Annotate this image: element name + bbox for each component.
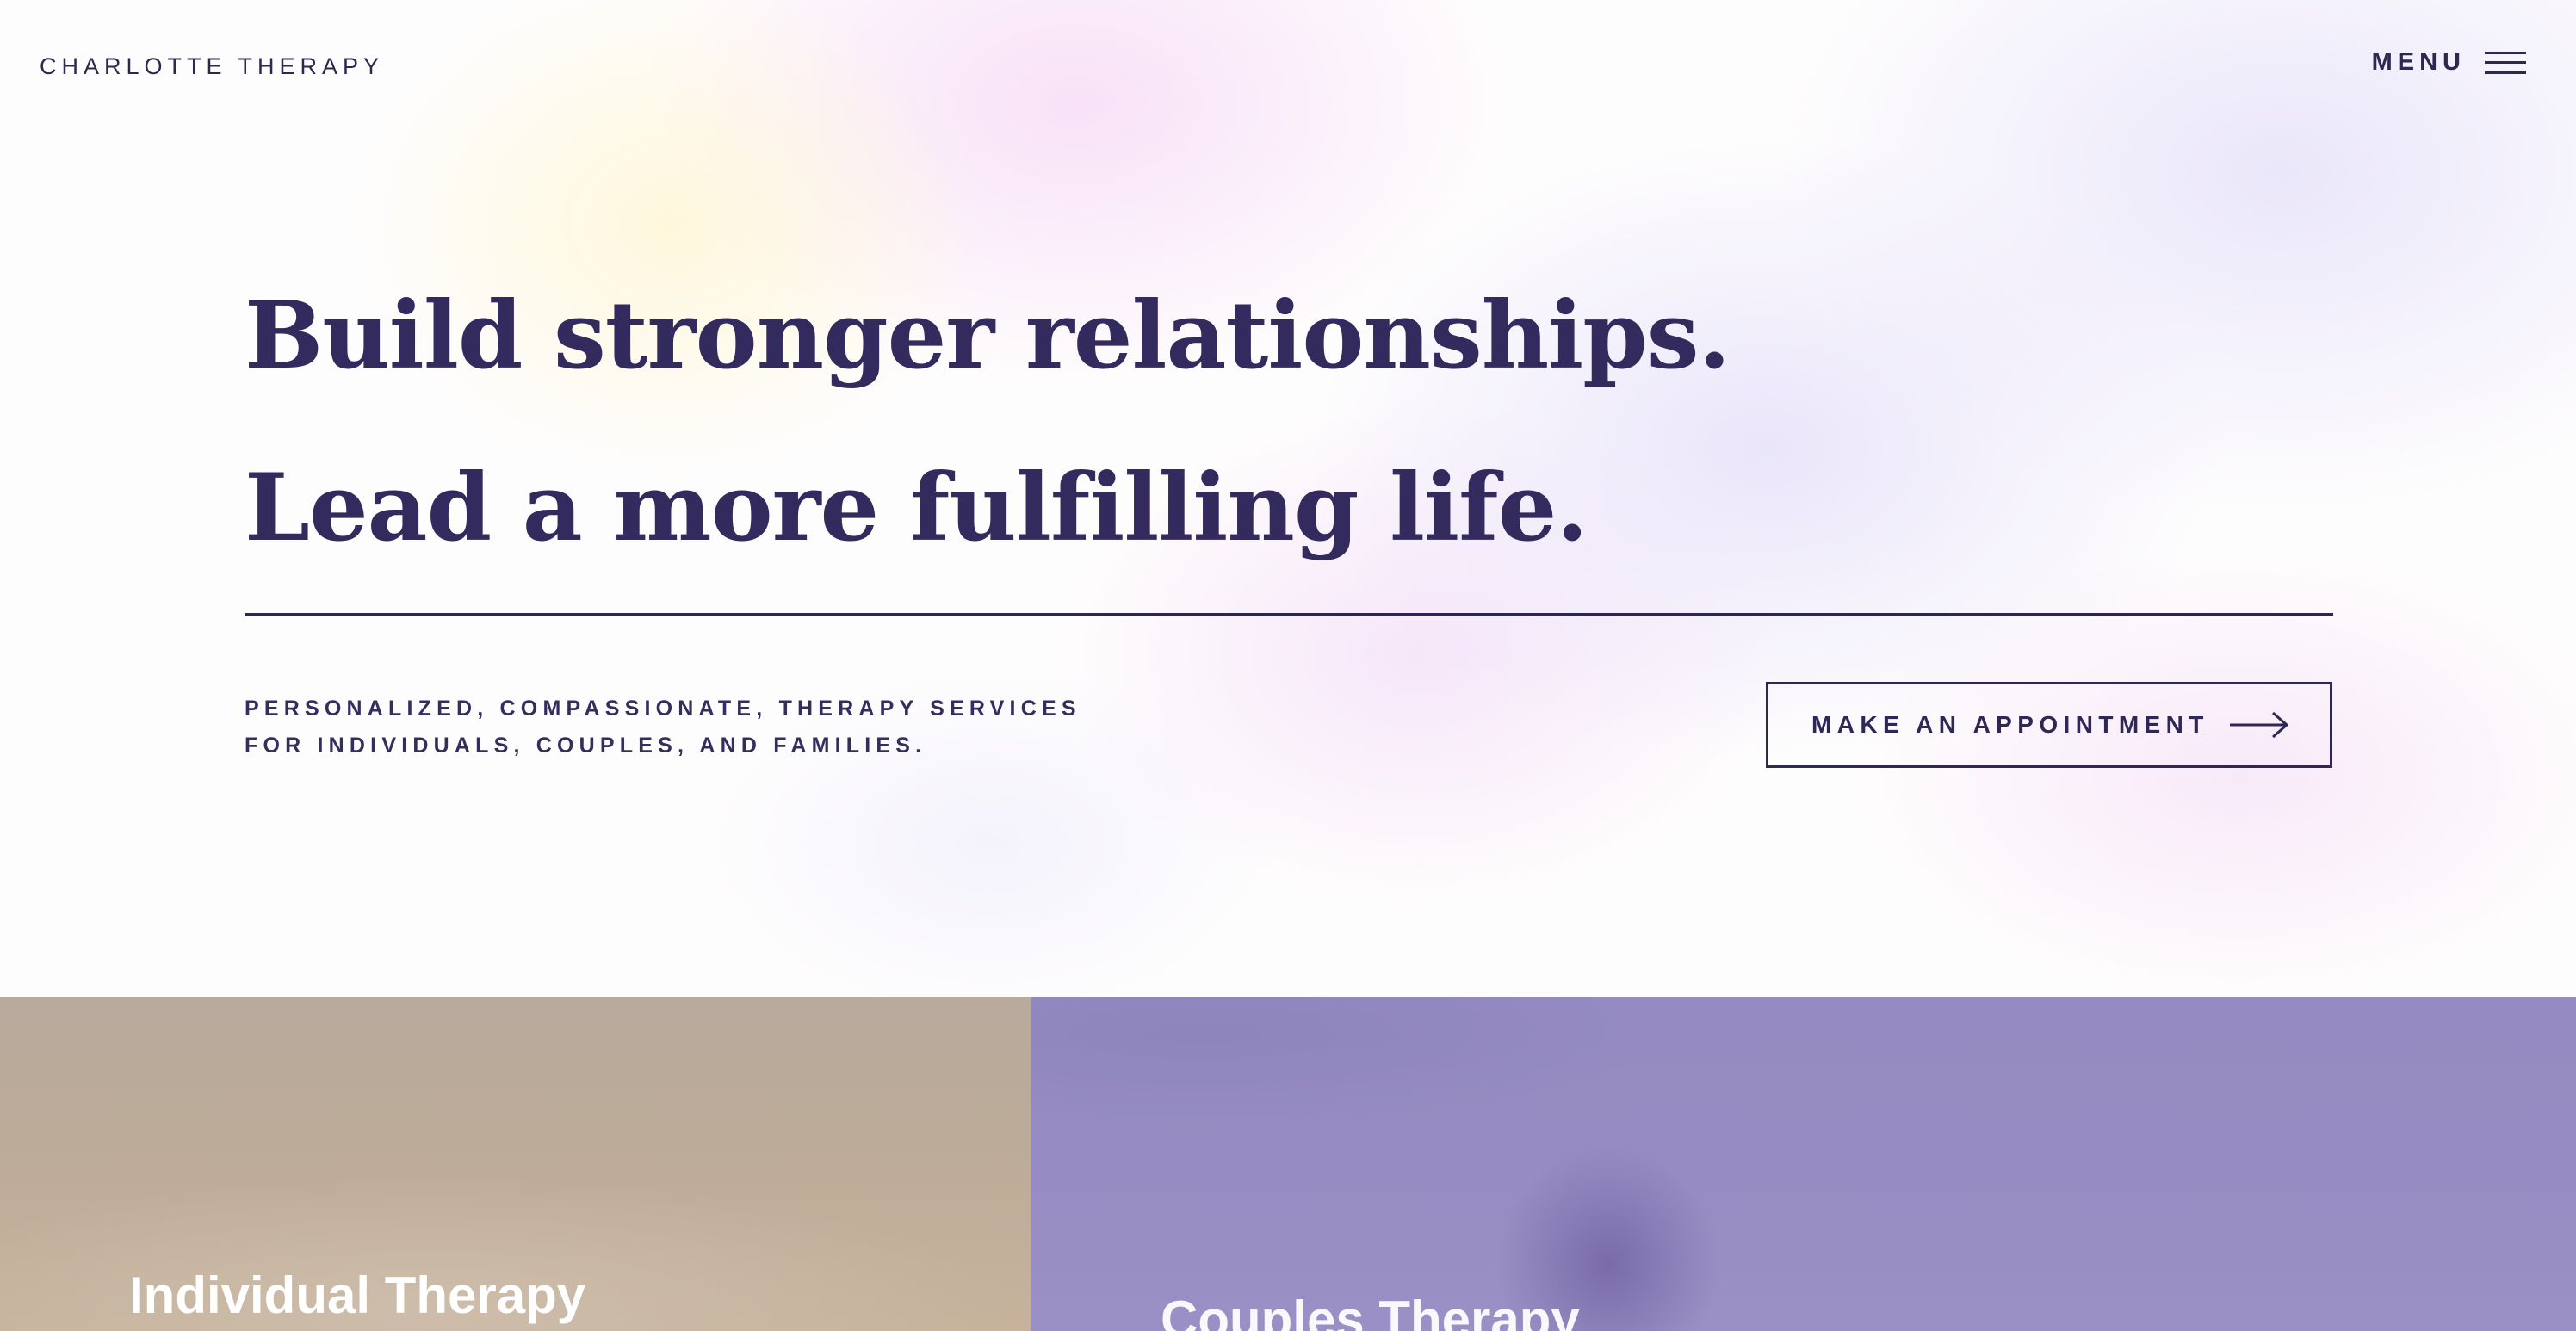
- hero-tagline-line-2: FOR INDIVIDUALS, COUPLES, AND FAMILIES.: [245, 734, 927, 758]
- hamburger-icon: [2485, 51, 2526, 74]
- hero-tagline: PERSONALIZED, COMPASSIONATE, THERAPY SER…: [245, 690, 1081, 765]
- couples-therapy-title: Couples Therapy: [1161, 1291, 1580, 1331]
- hero-headline-line-2: Lead a more fulfilling life.: [245, 454, 1588, 562]
- hero-headline-line-1: Build stronger relationships.: [245, 282, 1731, 390]
- make-appointment-button[interactable]: MAKE AN APPOINTMENT: [1766, 682, 2332, 768]
- hero-divider: [245, 613, 2333, 616]
- site-logo[interactable]: CHARLOTTE THERAPY: [40, 53, 384, 80]
- hero-headline: Build stronger relationships. Lead a mor…: [245, 250, 1731, 594]
- make-appointment-label: MAKE AN APPOINTMENT: [1811, 711, 2209, 738]
- hero-tagline-line-1: PERSONALIZED, COMPASSIONATE, THERAPY SER…: [245, 696, 1081, 721]
- arrow-right-icon: [2229, 711, 2289, 739]
- menu-button[interactable]: MENU: [2372, 48, 2526, 77]
- hero-section: CHARLOTTE THERAPY MENU Build stronger re…: [0, 0, 2576, 997]
- couples-therapy-card[interactable]: Couples Therapy: [1031, 997, 2576, 1331]
- menu-label: MENU: [2371, 48, 2466, 76]
- individual-therapy-title: Individual Therapy: [129, 1266, 586, 1324]
- individual-therapy-card[interactable]: Individual Therapy: [0, 997, 1031, 1331]
